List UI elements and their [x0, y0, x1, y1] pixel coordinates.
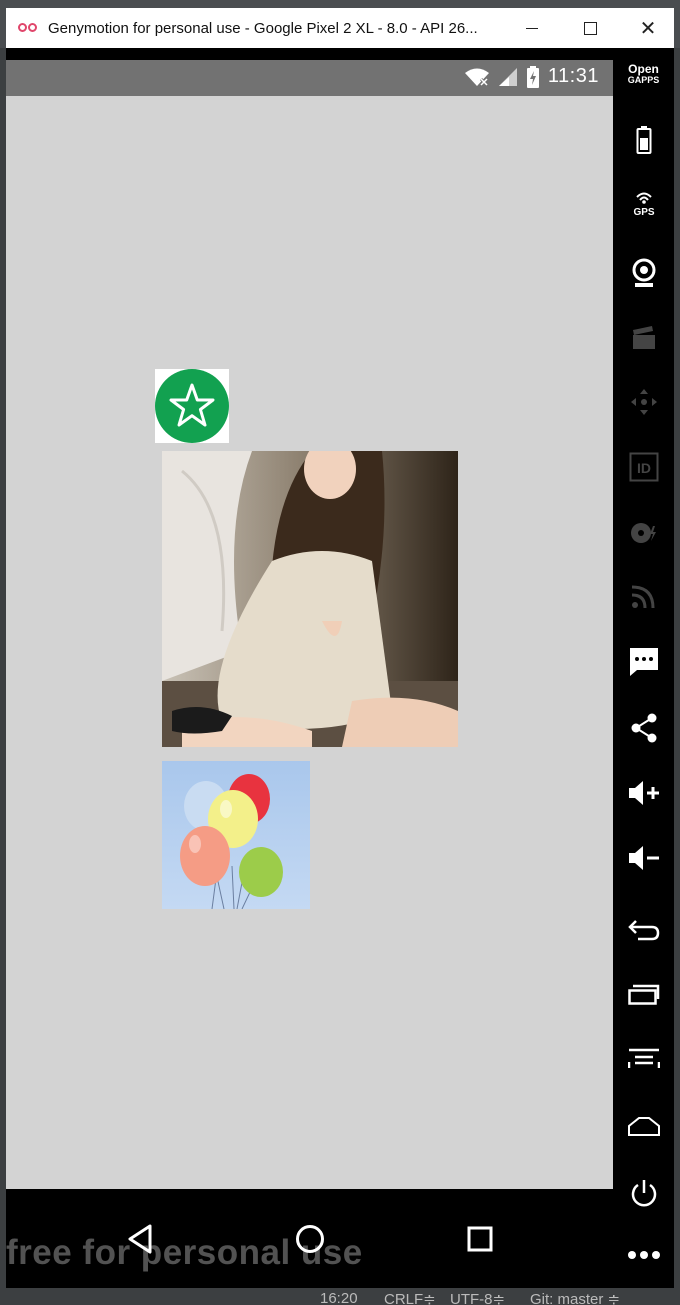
back-icon — [627, 920, 659, 941]
more-icon — [627, 1251, 660, 1259]
sms-icon — [629, 648, 658, 676]
menu-icon — [627, 1048, 660, 1068]
battery-icon — [636, 126, 651, 154]
genymotion-window: Genymotion for personal use - Google Pix… — [0, 0, 680, 1305]
gps-icon: GPS — [633, 192, 654, 217]
dpad-icon — [630, 389, 657, 415]
portrait-photo-image — [162, 451, 458, 747]
home-icon — [627, 1117, 660, 1136]
signal-icon — [498, 67, 517, 86]
recent-apps-button[interactable] — [613, 972, 674, 1016]
gps-label: GPS — [633, 207, 654, 217]
webcam-icon — [632, 258, 655, 287]
disk-io-button[interactable] — [613, 511, 674, 555]
device-id-icon: ID — [629, 452, 658, 482]
device-id-button[interactable]: ID — [613, 445, 674, 489]
volume-up-icon — [628, 781, 659, 805]
network-button[interactable] — [613, 574, 674, 618]
back-button[interactable] — [613, 908, 674, 952]
caret-position[interactable]: 16:20 — [320, 1290, 358, 1305]
personal-use-watermark: free for personal use — [6, 1233, 363, 1272]
home-button[interactable] — [613, 1105, 674, 1149]
battery-charging-icon — [526, 65, 539, 88]
window-titlebar: Genymotion for personal use - Google Pix… — [6, 8, 674, 48]
balloons-image — [162, 761, 310, 909]
close-button[interactable]: ✕ — [619, 8, 677, 48]
screencast-icon — [632, 326, 655, 349]
window-right-border — [674, 48, 680, 1288]
genymotion-toolbar: Open GAPPS GPS ID — [613, 60, 674, 1288]
android-status-bar: 11:31 — [6, 60, 613, 96]
nav-recents-icon — [467, 1226, 493, 1252]
line-separator[interactable]: CRLF≑ — [384, 1290, 436, 1305]
network-icon — [631, 585, 654, 609]
id-label: ID — [637, 460, 651, 476]
power-icon — [631, 1180, 656, 1207]
more-button[interactable] — [613, 1233, 674, 1277]
open-gapps-button[interactable]: Open GAPPS — [613, 62, 674, 86]
battery-button[interactable] — [613, 118, 674, 162]
device-frame: 11:31 Open GAPPS GPS ID free for persona… — [6, 48, 674, 1288]
power-button[interactable] — [613, 1172, 674, 1216]
status-clock: 11:31 — [547, 65, 599, 87]
nav-recents-button[interactable] — [460, 1219, 500, 1259]
app-screen — [6, 96, 613, 1189]
genymotion-logo-icon — [18, 21, 40, 35]
menu-button[interactable] — [613, 1037, 674, 1081]
maximize-button[interactable] — [561, 8, 619, 48]
share-icon — [631, 713, 656, 743]
wifi-off-icon — [464, 68, 489, 86]
minimize-button[interactable] — [503, 8, 561, 48]
open-gapps-line1: Open — [628, 62, 659, 76]
disk-io-icon — [630, 523, 656, 543]
ide-status-bar: 16:20 CRLF≑ UTF-8≑ Git: master ≑ — [0, 1288, 680, 1305]
sms-button[interactable] — [613, 640, 674, 684]
gps-button[interactable]: GPS — [613, 181, 674, 225]
volume-down-icon — [628, 846, 659, 870]
screencast-button[interactable] — [613, 316, 674, 360]
volume-up-button[interactable] — [613, 771, 674, 815]
volume-down-button[interactable] — [613, 836, 674, 880]
file-encoding[interactable]: UTF-8≑ — [450, 1290, 505, 1305]
star-badge-image — [155, 369, 229, 443]
share-button[interactable] — [613, 706, 674, 750]
window-title: Genymotion for personal use - Google Pix… — [48, 19, 478, 37]
recent-apps-icon — [627, 984, 659, 1005]
dpad-button[interactable] — [613, 380, 674, 424]
android-nav-bar: free for personal use — [6, 1189, 613, 1288]
webcam-button[interactable] — [613, 251, 674, 295]
open-gapps-line2: GAPPS — [627, 75, 660, 85]
git-branch[interactable]: Git: master ≑ — [530, 1290, 620, 1305]
